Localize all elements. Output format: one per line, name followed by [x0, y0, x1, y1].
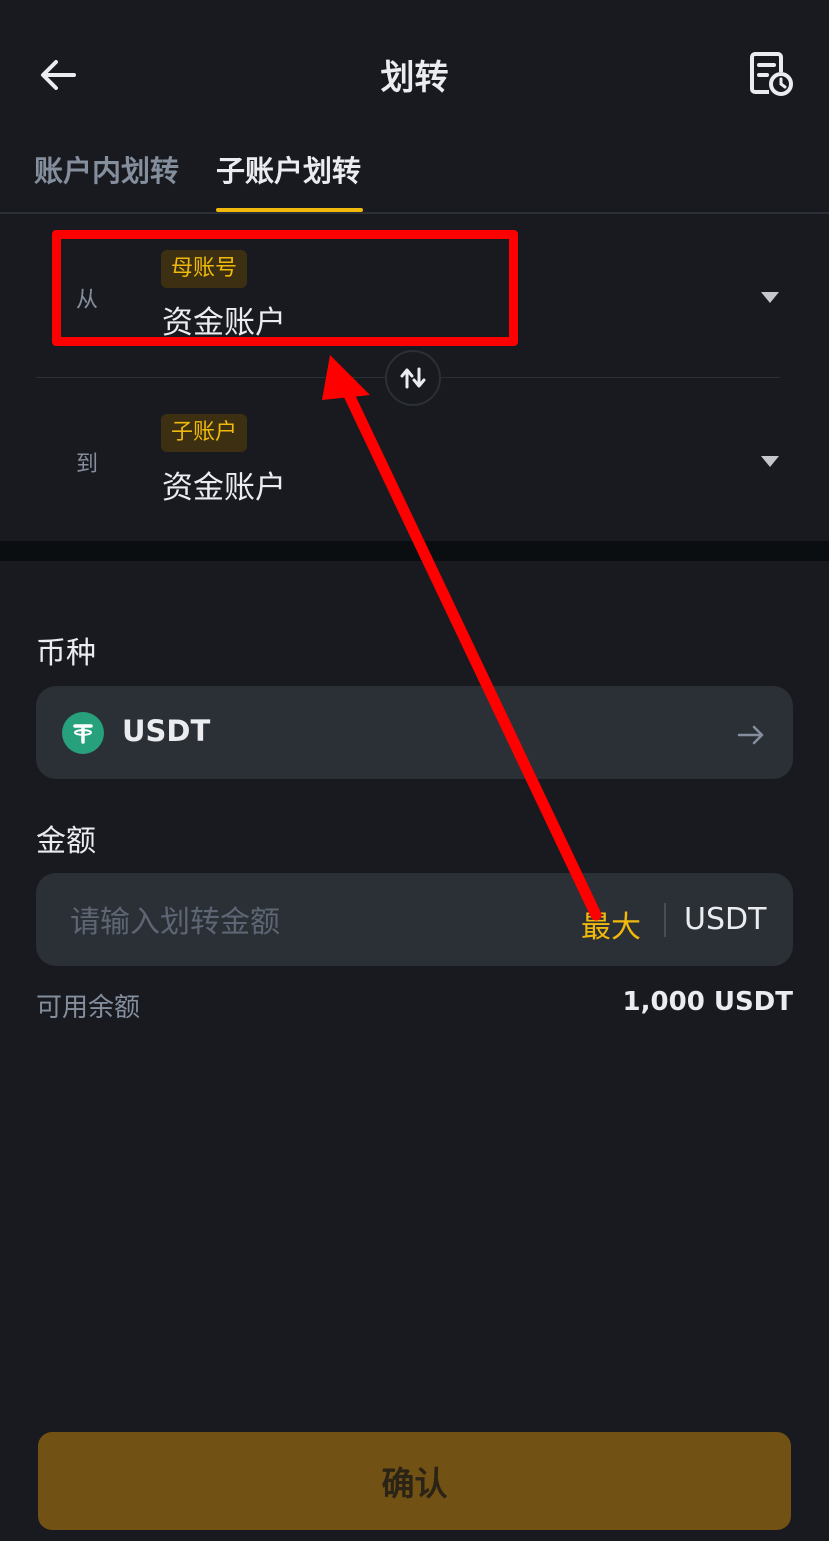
annotation-highlight-box	[52, 230, 518, 346]
page-title: 划转	[380, 58, 449, 98]
section-separator	[0, 541, 829, 561]
transfer-history-icon[interactable]	[745, 48, 795, 98]
amount-label: 金额	[36, 824, 96, 859]
available-balance-value: 1,000 USDT	[622, 987, 793, 1017]
coin-name: USDT	[122, 714, 211, 748]
to-dropdown-icon[interactable]	[761, 456, 779, 467]
amount-input[interactable]	[70, 900, 550, 944]
confirm-button[interactable]: 确认	[38, 1432, 791, 1530]
to-account-name: 资金账户	[162, 470, 286, 506]
to-badge: 子账户	[161, 414, 248, 452]
coin-label: 币种	[36, 636, 96, 671]
available-balance-label: 可用余额	[36, 993, 141, 1023]
tab-subaccount-transfer[interactable]: 子账户划转	[216, 148, 361, 190]
amount-unit: USDT	[684, 902, 767, 937]
to-label: 到	[76, 452, 99, 477]
tether-icon	[62, 712, 104, 754]
swap-icon	[400, 367, 426, 389]
arrow-right-icon	[737, 725, 764, 745]
tab-internal-transfer[interactable]: 账户内划转	[34, 148, 179, 190]
swap-accounts-button[interactable]	[385, 350, 441, 406]
from-dropdown-icon[interactable]	[761, 292, 779, 303]
to-account-selector[interactable]	[36, 405, 796, 525]
tabs-divider	[0, 212, 829, 214]
unit-divider	[664, 903, 666, 937]
max-button[interactable]: 最大	[581, 902, 641, 946]
